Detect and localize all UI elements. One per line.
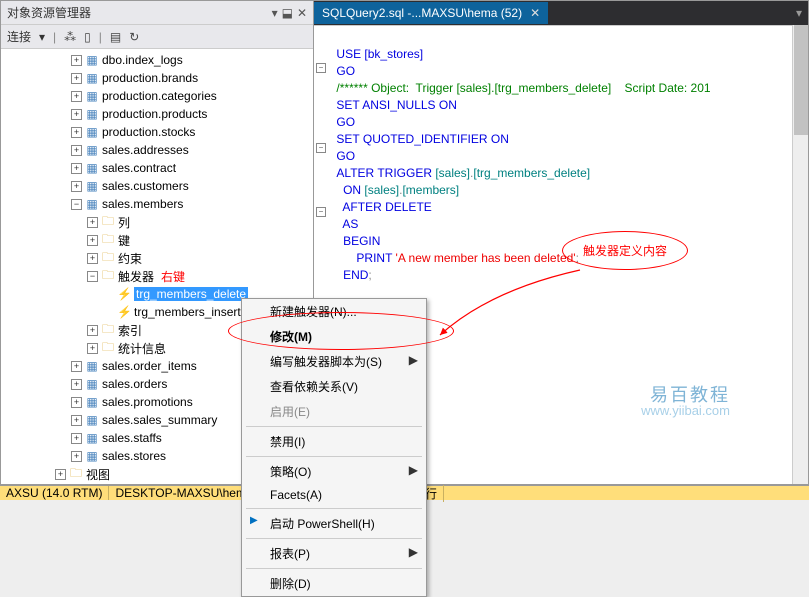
tree-node-triggers[interactable]: 触发器	[118, 268, 154, 285]
tree-node[interactable]: production.products	[102, 107, 207, 121]
pane-title: 对象资源管理器	[7, 4, 91, 21]
watermark-url: www.yiibai.com	[641, 403, 730, 418]
tree-node[interactable]: sales.customers	[102, 179, 189, 193]
tb-icon[interactable]: ▤	[110, 30, 121, 44]
annotation-callout: 触发器定义内容	[562, 231, 688, 270]
tree-node[interactable]: dbo.index_logs	[102, 53, 183, 67]
tree-node[interactable]: sales.contract	[102, 161, 176, 175]
tab-close-icon[interactable]: ✕	[530, 6, 540, 20]
tab-overflow-icon[interactable]: ▾	[790, 6, 808, 20]
ctx-facets[interactable]: Facets(A)	[242, 484, 426, 506]
scrollbar-vertical[interactable]	[792, 25, 808, 484]
anno-right-click: 右键	[161, 268, 185, 285]
submenu-arrow-icon: ▶	[409, 463, 418, 477]
tb-icon[interactable]: ↻	[129, 30, 139, 44]
ctx-powershell[interactable]: ▶启动 PowerShell(H)	[242, 511, 426, 536]
tree-node[interactable]: 列	[118, 214, 130, 231]
tab-bar: SQLQuery2.sql -...MAXSU\hema (52)✕ ▾	[314, 1, 808, 25]
tree-node[interactable]: production.brands	[102, 71, 198, 85]
tree-node[interactable]: trg_members_insert	[134, 305, 241, 319]
ctx-enable: 启用(E)	[242, 399, 426, 424]
toolbar: 连接▾ | ⁂ ▯ | ▤ ↻	[1, 25, 313, 49]
connect-label[interactable]: 连接	[7, 28, 31, 45]
ctx-policy[interactable]: 策略(O)▶	[242, 459, 426, 484]
ctx-delete[interactable]: 删除(D)	[242, 571, 426, 596]
close-icon[interactable]: ✕	[297, 6, 307, 20]
ctx-report[interactable]: 报表(P)▶	[242, 541, 426, 566]
tree-node[interactable]: sales.staffs	[102, 431, 162, 445]
tree-node[interactable]: 统计信息	[118, 340, 166, 357]
powershell-icon: ▶	[250, 515, 258, 526]
ctx-new-trigger[interactable]: 新建触发器(N)...	[242, 299, 426, 324]
status-server: AXSU (14.0 RTM)	[0, 486, 109, 500]
dropdown-icon[interactable]: ▾	[272, 6, 278, 20]
pin-icon[interactable]: ⬓	[282, 6, 293, 20]
tree-node[interactable]: 索引	[118, 322, 142, 339]
tree-node[interactable]: sales.promotions	[102, 395, 193, 409]
ctx-modify[interactable]: 修改(M)	[242, 324, 426, 349]
tree-node[interactable]: sales.stores	[102, 449, 166, 463]
tree-node[interactable]: sales.addresses	[102, 143, 189, 157]
tree-node[interactable]: sales.sales_summary	[102, 413, 217, 427]
scrollbar-thumb[interactable]	[794, 25, 808, 135]
tree-node[interactable]: sales.order_items	[102, 359, 197, 373]
submenu-arrow-icon: ▶	[409, 545, 418, 559]
tree-node[interactable]: 约束	[118, 250, 142, 267]
tree-node[interactable]: 外部资源	[86, 484, 134, 485]
tree-node[interactable]: production.categories	[102, 89, 217, 103]
submenu-arrow-icon: ▶	[409, 353, 418, 367]
ctx-disable[interactable]: 禁用(I)	[242, 429, 426, 454]
tree-node[interactable]: production.stocks	[102, 125, 195, 139]
ctx-script[interactable]: 编写触发器脚本为(S)▶	[242, 349, 426, 374]
ctx-deps[interactable]: 查看依赖关系(V)	[242, 374, 426, 399]
tb-icon[interactable]: ▯	[84, 30, 91, 44]
pane-header: 对象资源管理器 ▾ ⬓ ✕	[1, 1, 313, 25]
tree-node[interactable]: sales.orders	[102, 377, 167, 391]
tb-icon[interactable]: ⁂	[64, 30, 76, 44]
active-tab[interactable]: SQLQuery2.sql -...MAXSU\hema (52)✕	[314, 2, 548, 24]
context-menu: 新建触发器(N)... 修改(M) 编写触发器脚本为(S)▶ 查看依赖关系(V)…	[241, 298, 427, 597]
tree-node[interactable]: 键	[118, 232, 130, 249]
tree-node[interactable]: 视图	[86, 466, 110, 483]
tree-node-members[interactable]: sales.members	[102, 197, 183, 211]
tree-node-selected[interactable]: trg_members_delete	[134, 287, 248, 301]
